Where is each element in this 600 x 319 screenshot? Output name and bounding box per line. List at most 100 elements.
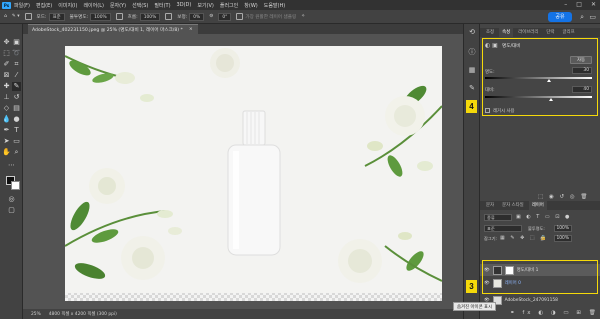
layer-opacity-input[interactable]: 100% bbox=[554, 225, 572, 232]
blend-mode-select[interactable]: 표준 bbox=[484, 225, 522, 232]
brush-preset-icon[interactable]: ✎ ▾ bbox=[12, 14, 20, 19]
photoshop-logo: Ps bbox=[2, 1, 11, 9]
flow-input[interactable]: 100% bbox=[139, 12, 161, 21]
airbrush-icon[interactable] bbox=[165, 13, 173, 20]
hand-tool-icon[interactable]: ✋ bbox=[2, 148, 11, 157]
background-color-swatch[interactable] bbox=[11, 181, 20, 190]
tab-adjustments[interactable]: 조정 bbox=[483, 28, 497, 37]
menu-view[interactable]: 보기(V) bbox=[197, 2, 214, 9]
document-canvas[interactable] bbox=[65, 46, 442, 301]
move-tool-icon[interactable]: ✥ bbox=[2, 38, 11, 47]
healing-tool-icon[interactable]: ✚ bbox=[2, 82, 11, 91]
share-button[interactable]: 공유 bbox=[548, 12, 572, 22]
tab-properties[interactable]: 속성 bbox=[499, 28, 514, 37]
brush-tool-icon[interactable]: ✎ bbox=[12, 82, 21, 91]
menu-help[interactable]: 도움말(H) bbox=[264, 2, 285, 9]
fill-label: 칠: bbox=[540, 236, 546, 241]
annotation-badge-4: 4 bbox=[466, 100, 477, 113]
minimize-icon[interactable]: – bbox=[564, 1, 567, 8]
frame-tool-icon[interactable]: ⊠ bbox=[2, 71, 11, 80]
opacity-input[interactable]: 100% bbox=[90, 12, 111, 21]
artboard-tool-icon[interactable]: ▣ bbox=[12, 38, 21, 47]
swatches-icon[interactable]: ▦ bbox=[468, 66, 476, 74]
lasso-tool-icon[interactable]: ➰ bbox=[12, 49, 21, 58]
options-bar: ⌂ ✎ ▾ 모드: 표준 불투명도: 100% 흐름: 100% 보정: 0% ⚙ 0°… bbox=[0, 10, 600, 24]
quick-mask-icon[interactable]: ◎ bbox=[7, 195, 16, 204]
tools-panel: ✥ ▣ ⬚ ➰ ✐ ⌗ ⊠ ⁄ ✚ ✎ ⊥ ↺ ◇ ▤ 💧 ● ✒ T ➤ ▭ … bbox=[0, 24, 23, 319]
tab-character[interactable]: 문자 bbox=[483, 201, 497, 210]
collapsed-panel-strip: ⟲ ⓘ ▦ ✎ ¶ bbox=[463, 24, 479, 319]
fill-input[interactable]: 100% bbox=[554, 235, 572, 242]
history-brush-tool-icon[interactable]: ↺ bbox=[12, 93, 21, 102]
layer-filter-icons[interactable]: ▣ ◐ T ▭ ⊡ ● bbox=[516, 214, 571, 220]
layers-footer-icons[interactable]: ⚭ fx ◐ ◑ ▭ ⊞ 🗑 bbox=[510, 310, 599, 316]
sample-all-checkbox[interactable] bbox=[236, 13, 244, 20]
menu-file[interactable]: 파일(F) bbox=[14, 2, 30, 9]
menu-image[interactable]: 이미지(I) bbox=[58, 2, 77, 9]
menu-type[interactable]: 문자(Y) bbox=[110, 2, 126, 9]
stamp-tool-icon[interactable]: ⊥ bbox=[2, 93, 11, 102]
symmetry-icon[interactable]: ✧ bbox=[301, 14, 305, 19]
document-info[interactable]: 4800 픽셀 x 4200 픽셀 (300 ppi) bbox=[49, 311, 117, 317]
menu-filter[interactable]: 필터(T) bbox=[154, 2, 170, 9]
tab-libraries[interactable]: 라이브러리 bbox=[515, 28, 541, 37]
more-tools-icon[interactable]: ⋯ bbox=[7, 161, 16, 170]
smoothing-input[interactable]: 0% bbox=[189, 12, 205, 21]
document-close-icon[interactable]: × bbox=[189, 27, 193, 32]
layer-filter-select[interactable]: 종류 bbox=[484, 214, 512, 221]
tab-paragraph[interactable]: 단락 bbox=[543, 28, 557, 37]
flow-label: 흐름: bbox=[127, 14, 138, 20]
type-tool-icon[interactable]: T bbox=[12, 126, 21, 135]
menu-plugins[interactable]: 플러그인 bbox=[220, 2, 238, 9]
properties-footer-icons[interactable]: ⬚ ◉ ↺ ◎ 🗑 bbox=[538, 194, 589, 200]
blur-tool-icon[interactable]: 💧 bbox=[2, 115, 11, 124]
close-icon[interactable]: ✕ bbox=[591, 1, 596, 8]
properties-highlight-box bbox=[482, 38, 598, 116]
document-tab[interactable]: AdobeStock_402231150.jpeg @ 25% (명도/대비 1… bbox=[28, 24, 198, 34]
layers-highlight-box bbox=[482, 260, 598, 294]
tab-glyphs[interactable]: 글리프 bbox=[559, 28, 577, 37]
document-tab-title: AdobeStock_402231150.jpeg @ 25% (명도/대비 1… bbox=[32, 27, 183, 33]
layer-row-stock[interactable]: 👁 AdobeStock_247091158 bbox=[480, 294, 600, 306]
zoom-level[interactable]: 25% bbox=[31, 312, 41, 317]
home-icon[interactable]: ⌂ bbox=[4, 14, 7, 19]
info-icon[interactable]: ⓘ bbox=[468, 48, 476, 56]
tab-layers[interactable]: 레이어 bbox=[528, 201, 547, 210]
marquee-tool-icon[interactable]: ⬚ bbox=[2, 49, 11, 58]
maximize-icon[interactable]: □ bbox=[576, 1, 582, 8]
annotation-badge-3: 3 bbox=[466, 280, 477, 293]
shape-tool-icon[interactable]: ▭ bbox=[12, 137, 21, 146]
screen-mode-icon[interactable]: ▢ bbox=[7, 206, 16, 215]
smoothing-options-icon[interactable]: ⚙ bbox=[209, 14, 213, 19]
crop-tool-icon[interactable]: ⌗ bbox=[12, 60, 21, 69]
eyedropper-tool-icon[interactable]: ⁄ bbox=[12, 71, 21, 80]
menu-select[interactable]: 선택(S) bbox=[132, 2, 148, 9]
gradient-tool-icon[interactable]: ▤ bbox=[12, 104, 21, 113]
opacity-label: 불투명도: bbox=[69, 14, 89, 20]
sample-all-label: 가장 원활한 레이어 샘플링 bbox=[245, 14, 297, 20]
menu-layer[interactable]: 레이어(L) bbox=[83, 2, 104, 9]
menu-3d[interactable]: 3D(D) bbox=[177, 2, 192, 8]
dodge-tool-icon[interactable]: ● bbox=[12, 115, 21, 124]
mode-label: 모드: bbox=[36, 14, 47, 20]
zoom-tool-icon[interactable]: ⌕ bbox=[12, 148, 21, 157]
pen-tool-icon[interactable]: ✒ bbox=[2, 126, 11, 135]
eraser-tool-icon[interactable]: ◇ bbox=[2, 104, 11, 113]
history-icon[interactable]: ⟲ bbox=[468, 28, 476, 36]
search-icon[interactable]: ⌕ bbox=[580, 13, 584, 22]
quick-select-tool-icon[interactable]: ✐ bbox=[2, 60, 11, 69]
tooltip: 숨겨진 아이콘 표시 bbox=[453, 302, 497, 311]
tab-character-styles[interactable]: 문자 스타일 bbox=[499, 201, 527, 210]
menu-edit[interactable]: 편집(E) bbox=[36, 2, 52, 9]
menu-window[interactable]: 창(W) bbox=[244, 2, 257, 9]
right-panel: 조정 속성 라이브러리 단락 글리프 ◐ ▣ 명도/대비 자동 명도: 30 대… bbox=[479, 24, 600, 319]
lock-label: 잠그기: bbox=[484, 236, 497, 241]
mode-select[interactable]: 표준 bbox=[48, 12, 65, 21]
layer-opacity-label: 불투명도: bbox=[528, 226, 545, 231]
pressure-opacity-icon[interactable] bbox=[115, 13, 123, 20]
workspace-icon[interactable]: ▭ bbox=[589, 13, 596, 21]
brush-settings-icon[interactable] bbox=[24, 13, 32, 20]
angle-input[interactable]: 0° bbox=[218, 12, 232, 21]
path-select-tool-icon[interactable]: ➤ bbox=[2, 137, 11, 146]
brush-settings-panel-icon[interactable]: ✎ bbox=[468, 84, 476, 92]
